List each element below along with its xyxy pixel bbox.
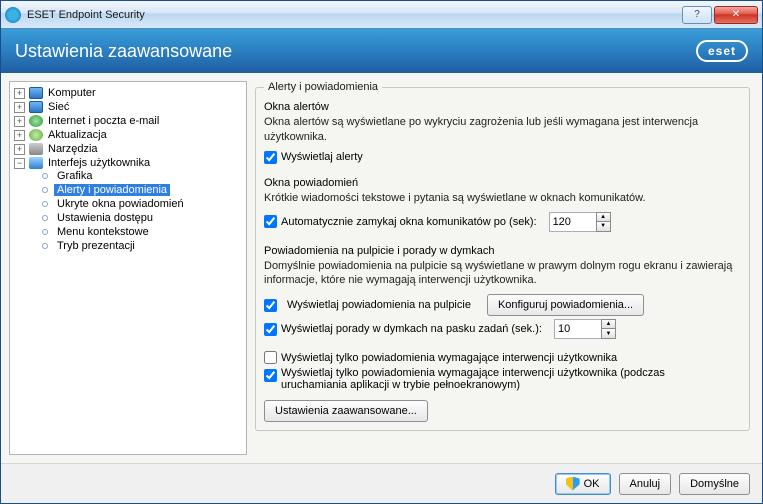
ok-button[interactable]: OK: [555, 473, 611, 495]
group-alerts-notifications: Alerty i powiadomienia Okna alertów Okna…: [255, 81, 750, 431]
tree-item-narzedzia[interactable]: + Narzędzia: [14, 143, 244, 155]
checkbox-desktop-notifications[interactable]: [264, 299, 277, 312]
footer: OK Anuluj Domyślne: [1, 463, 762, 503]
tree-item-aktualizacja[interactable]: + Aktualizacja: [14, 129, 244, 141]
expand-icon[interactable]: +: [14, 116, 25, 127]
expand-icon[interactable]: +: [14, 130, 25, 141]
subgroup-title-desktop: Powiadomienia na pulpicie i porady w dym…: [264, 245, 741, 257]
cancel-button[interactable]: Anuluj: [619, 473, 672, 495]
balloon-spinner: ▲ ▼: [554, 319, 616, 339]
shield-icon: [566, 477, 580, 491]
autoclose-down[interactable]: ▼: [596, 222, 611, 232]
checkbox-balloon-tips[interactable]: [264, 323, 277, 336]
row-balloon-tips: Wyświetlaj porady w dymkach na pasku zad…: [264, 319, 741, 339]
group-legend: Alerty i powiadomienia: [264, 81, 382, 93]
body: + Komputer + Sieć + I: [1, 73, 762, 463]
default-button[interactable]: Domyślne: [679, 473, 750, 495]
tree-item-komputer[interactable]: + Komputer: [14, 87, 244, 99]
app-icon: [5, 7, 21, 23]
collapse-icon[interactable]: −: [14, 158, 25, 169]
tree-pane[interactable]: + Komputer + Sieć + I: [9, 81, 247, 455]
tree-subitem-prezentacji[interactable]: Tryb prezentacji: [30, 240, 244, 252]
monitor-icon: [29, 101, 43, 113]
row-autoclose: Automatycznie zamykaj okna komunikatów p…: [264, 212, 741, 232]
expand-icon[interactable]: +: [14, 144, 25, 155]
window-title: ESET Endpoint Security: [27, 9, 680, 21]
configure-notifications-button[interactable]: Konfiguruj powiadomienia...: [487, 294, 644, 316]
dot-icon: [42, 201, 48, 207]
row-only-intervention[interactable]: Wyświetlaj tylko powiadomienia wymagając…: [264, 351, 741, 364]
balloon-down[interactable]: ▼: [601, 329, 616, 339]
brand-logo: eset: [696, 40, 748, 62]
checkbox-autoclose[interactable]: [264, 215, 277, 228]
row-desktop-notif: Wyświetlaj powiadomienia na pulpicie Kon…: [264, 294, 741, 316]
autoclose-spinner: ▲ ▼: [549, 212, 611, 232]
dot-icon: [42, 229, 48, 235]
tree-subitem-alerty[interactable]: Alerty i powiadomienia: [30, 184, 244, 196]
tree-subitem-dostep[interactable]: Ustawienia dostępu: [30, 212, 244, 224]
desc-alerts: Okna alertów są wyświetlane po wykryciu …: [264, 115, 741, 145]
tree-subitem-ukryte[interactable]: Ukryte okna powiadomień: [30, 198, 244, 210]
row-only-intervention-fullscreen[interactable]: Wyświetlaj tylko powiadomienia wymagając…: [264, 367, 741, 391]
monitor-icon: [29, 87, 43, 99]
tree-subitem-menu[interactable]: Menu kontekstowe: [30, 226, 244, 238]
content-pane: Alerty i powiadomienia Okna alertów Okna…: [255, 81, 754, 455]
desc-notifications: Krótkie wiadomości tekstowe i pytania są…: [264, 191, 741, 206]
expand-icon[interactable]: +: [14, 88, 25, 99]
checkbox-only-intervention[interactable]: [264, 351, 277, 364]
tree-item-internet[interactable]: + Internet i poczta e-mail: [14, 115, 244, 127]
balloon-up[interactable]: ▲: [601, 319, 616, 329]
subgroup-title-alerts: Okna alertów: [264, 101, 741, 113]
help-button[interactable]: ?: [682, 6, 712, 24]
expand-icon[interactable]: +: [14, 102, 25, 113]
balloon-value-input[interactable]: [554, 319, 602, 339]
autoclose-up[interactable]: ▲: [596, 212, 611, 222]
refresh-icon: [29, 129, 43, 141]
subgroup-title-notifications: Okna powiadomień: [264, 177, 741, 189]
dot-icon: [42, 243, 48, 249]
advanced-settings-button[interactable]: Ustawienia zaawansowane...: [264, 400, 428, 422]
globe-icon: [29, 115, 43, 127]
checkbox-display-alerts-row[interactable]: Wyświetlaj alerty: [264, 151, 741, 164]
tools-icon: [29, 143, 43, 155]
close-button[interactable]: ✕: [714, 6, 758, 24]
dot-icon: [42, 173, 48, 179]
desc-desktop: Domyślnie powiadomienia na pulpicie są w…: [264, 259, 741, 289]
banner: Ustawienia zaawansowane eset: [1, 29, 762, 73]
tree-item-siec[interactable]: + Sieć: [14, 101, 244, 113]
checkbox-display-alerts[interactable]: [264, 151, 277, 164]
tree-subitem-grafika[interactable]: Grafika: [30, 170, 244, 182]
dot-icon: [42, 215, 48, 221]
window-frame: ESET Endpoint Security ? ✕ Ustawienia za…: [0, 0, 763, 504]
banner-title: Ustawienia zaawansowane: [15, 41, 232, 62]
checkbox-only-intervention-fullscreen[interactable]: [264, 369, 277, 382]
ui-icon: [29, 157, 43, 169]
autoclose-value-input[interactable]: [549, 212, 597, 232]
titlebar: ESET Endpoint Security ? ✕: [1, 1, 762, 29]
dot-icon: [42, 187, 48, 193]
tree-item-interfejs[interactable]: − Interfejs użytkownika: [14, 157, 244, 169]
